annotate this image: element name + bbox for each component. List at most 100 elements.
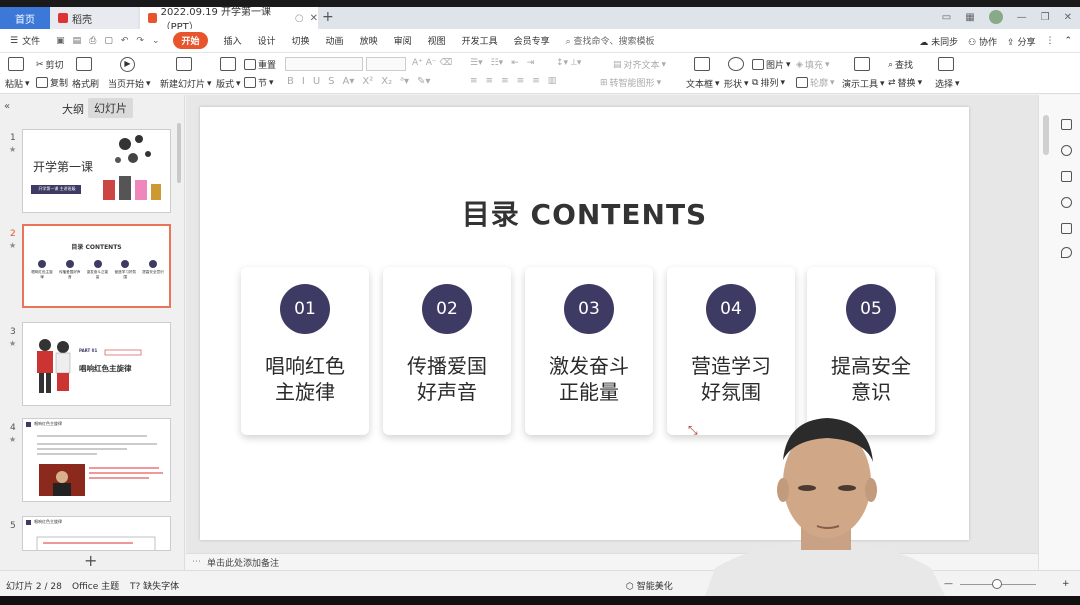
copy-button[interactable]: 复制 xyxy=(36,76,68,89)
paste-button[interactable]: 粘贴 ▾ xyxy=(5,77,30,91)
distribute-icon[interactable]: ≡ xyxy=(532,76,540,86)
slide-thumbnail-1[interactable]: 开学第一课 开学第一课 主讲班级 xyxy=(22,129,171,213)
align-left-icon[interactable]: ≡ xyxy=(470,76,478,86)
replace-button[interactable]: ⇄ 替换 ▾ xyxy=(888,76,922,90)
save-icon[interactable]: ▣ xyxy=(56,36,65,46)
hamburger-icon[interactable]: ☰ xyxy=(10,36,18,46)
font-size-select[interactable] xyxy=(366,57,406,71)
menu-tab-design[interactable]: 设计 xyxy=(258,34,276,47)
convert-smartart-button[interactable]: ⊞ 转智能图形 ▾ xyxy=(600,76,661,90)
subscript-icon[interactable]: X₂ xyxy=(381,76,392,87)
menu-tab-home[interactable]: 开始 xyxy=(173,32,208,49)
play-from-current-button[interactable]: 当页开始 ▾ xyxy=(108,77,151,91)
underline-icon[interactable]: U xyxy=(313,76,320,87)
presentation-tools-icon[interactable] xyxy=(854,57,870,71)
help-icon[interactable] xyxy=(1061,197,1072,208)
share-button[interactable]: ⇪ 分享 xyxy=(1007,35,1035,48)
sync-button[interactable]: ☁ 未同步 xyxy=(919,35,958,48)
play-icon[interactable]: ▶ xyxy=(120,57,135,72)
missing-fonts-button[interactable]: T? 缺失字体 xyxy=(130,579,179,592)
user-avatar[interactable] xyxy=(988,10,1003,24)
notes-drag-handle-icon[interactable]: ⋯ xyxy=(192,557,201,567)
slide-thumbnail-3[interactable]: PART 01 唱响红色主旋律 xyxy=(22,322,171,406)
collab-button[interactable]: ⚇ 协作 xyxy=(968,35,997,48)
undo-icon[interactable]: ↶ xyxy=(121,36,129,46)
outline-button[interactable]: 轮廓 ▾ xyxy=(796,76,835,89)
export-pdf-icon[interactable]: ▤ xyxy=(73,36,82,46)
bullet-list-icon[interactable]: ☰▾ xyxy=(470,58,483,68)
layout-button[interactable]: 版式 ▾ xyxy=(216,77,241,91)
find-button[interactable]: ⌕ 查找 xyxy=(888,58,913,72)
layout-icon-ribbon[interactable] xyxy=(220,57,236,71)
menu-tab-animation[interactable]: 动画 xyxy=(326,34,344,47)
collapse-panel-icon[interactable]: « xyxy=(4,101,10,112)
new-tab-button[interactable]: + xyxy=(322,9,334,25)
tab-document[interactable]: 2022.09.19 开学第一课（PPT） ○ ✕ xyxy=(140,7,318,33)
select-button[interactable]: 选择 ▾ xyxy=(935,77,960,91)
fill-button[interactable]: ◈ 填充 ▾ xyxy=(796,58,829,72)
redo-icon[interactable]: ↷ xyxy=(136,36,144,46)
strikethrough-icon[interactable]: S xyxy=(328,76,334,87)
slide-title[interactable]: 目录 CONTENTS xyxy=(200,193,969,233)
format-painter-button[interactable]: 格式刷 xyxy=(72,77,99,90)
align-text-button[interactable]: ▤ 对齐文本 ▾ xyxy=(613,58,666,72)
grid-apps-icon[interactable]: ▦ xyxy=(965,12,974,23)
slide-thumbnail-2[interactable]: 目录 CONTENTS 唱响红色主旋律 传播爱国好声音 激发奋斗正能量 营造学习… xyxy=(22,224,171,308)
reset-button[interactable]: 重置 xyxy=(244,58,276,71)
presentation-tools-button[interactable]: 演示工具 ▾ xyxy=(842,77,885,91)
contents-card-3[interactable]: 03 激发奋斗 正能量 xyxy=(525,267,653,435)
tab-home[interactable]: 首页 xyxy=(0,7,50,29)
shape-icon[interactable] xyxy=(728,57,744,71)
align-center-icon[interactable]: ≡ xyxy=(486,76,494,86)
contents-card-1[interactable]: 01 唱响红色 主旋律 xyxy=(241,267,369,435)
new-slide-button[interactable]: 新建幻灯片 ▾ xyxy=(160,77,212,91)
animation-pane-icon[interactable] xyxy=(1061,145,1072,156)
cut-button[interactable]: ✂ 剪切 xyxy=(36,58,64,72)
columns-icon[interactable]: ▥ xyxy=(548,76,557,86)
restore-icon[interactable]: ❐ xyxy=(1041,12,1050,23)
more-icon[interactable]: ⌄ xyxy=(152,36,160,46)
menu-tab-member[interactable]: 会员专享 xyxy=(514,34,550,47)
numbered-list-icon[interactable]: ☷▾ xyxy=(491,58,504,68)
add-slide-button[interactable]: + xyxy=(84,551,97,570)
menu-tab-view[interactable]: 视图 xyxy=(428,34,446,47)
arrange-button[interactable]: ⧉ 排列 ▾ xyxy=(752,76,785,90)
paste-icon[interactable] xyxy=(8,57,24,71)
design-pane-icon[interactable] xyxy=(1061,171,1072,182)
indent-decrease-icon[interactable]: ⇤ xyxy=(511,58,519,68)
select-icon[interactable] xyxy=(938,57,954,71)
slide-thumbnail-5[interactable]: 唱响红色主旋律 xyxy=(22,516,171,551)
contents-card-2[interactable]: 02 传播爱国 好声音 xyxy=(383,267,511,435)
zoom-slider-thumb[interactable] xyxy=(992,579,1002,589)
highlight-icon[interactable]: ✎▾ xyxy=(417,76,430,87)
tab-docer[interactable]: 稻壳 xyxy=(50,7,138,29)
minimize-icon[interactable]: — xyxy=(1017,12,1027,23)
menu-tab-insert[interactable]: 插入 xyxy=(224,34,242,47)
thumbnail-scrollbar[interactable] xyxy=(177,123,181,183)
zoom-in-button[interactable]: + xyxy=(1062,579,1070,589)
slide-thumbnail-4[interactable]: 唱响红色主旋律 xyxy=(22,418,171,502)
align-right-icon[interactable]: ≡ xyxy=(501,76,509,86)
print-icon[interactable]: ⎙ xyxy=(89,36,96,46)
file-menu[interactable]: 文件 xyxy=(22,34,40,47)
font-grow-icon[interactable]: A⁺ A⁻ ⌫ xyxy=(412,58,452,68)
font-family-select[interactable] xyxy=(285,57,363,71)
close-tab-icon[interactable]: ✕ xyxy=(310,13,318,24)
text-box-button[interactable]: 文本框 ▾ xyxy=(686,77,720,91)
font-color-icon[interactable]: A▾ xyxy=(343,76,355,87)
shape-button[interactable]: 形状 ▾ xyxy=(724,77,749,91)
line-spacing-icon[interactable]: ↕▾ ⟂▾ xyxy=(556,58,581,68)
command-search[interactable]: ⌕ 查找命令、搜索模板 xyxy=(566,34,655,47)
new-slide-icon[interactable] xyxy=(176,57,192,71)
menu-tab-slideshow[interactable]: 放映 xyxy=(360,34,378,47)
properties-icon[interactable] xyxy=(1061,119,1072,130)
menu-tab-developer[interactable]: 开发工具 xyxy=(462,34,498,47)
menu-tab-transition[interactable]: 切换 xyxy=(292,34,310,47)
location-icon[interactable] xyxy=(1061,247,1072,258)
zoom-out-button[interactable]: — xyxy=(944,579,953,589)
bold-icon[interactable]: B xyxy=(287,76,294,87)
picture-button[interactable]: 图片 ▾ xyxy=(752,58,791,71)
text-box-icon[interactable] xyxy=(694,57,710,71)
collapse-ribbon-icon[interactable]: ⌃ xyxy=(1064,36,1072,46)
backup-icon[interactable] xyxy=(1061,223,1072,234)
